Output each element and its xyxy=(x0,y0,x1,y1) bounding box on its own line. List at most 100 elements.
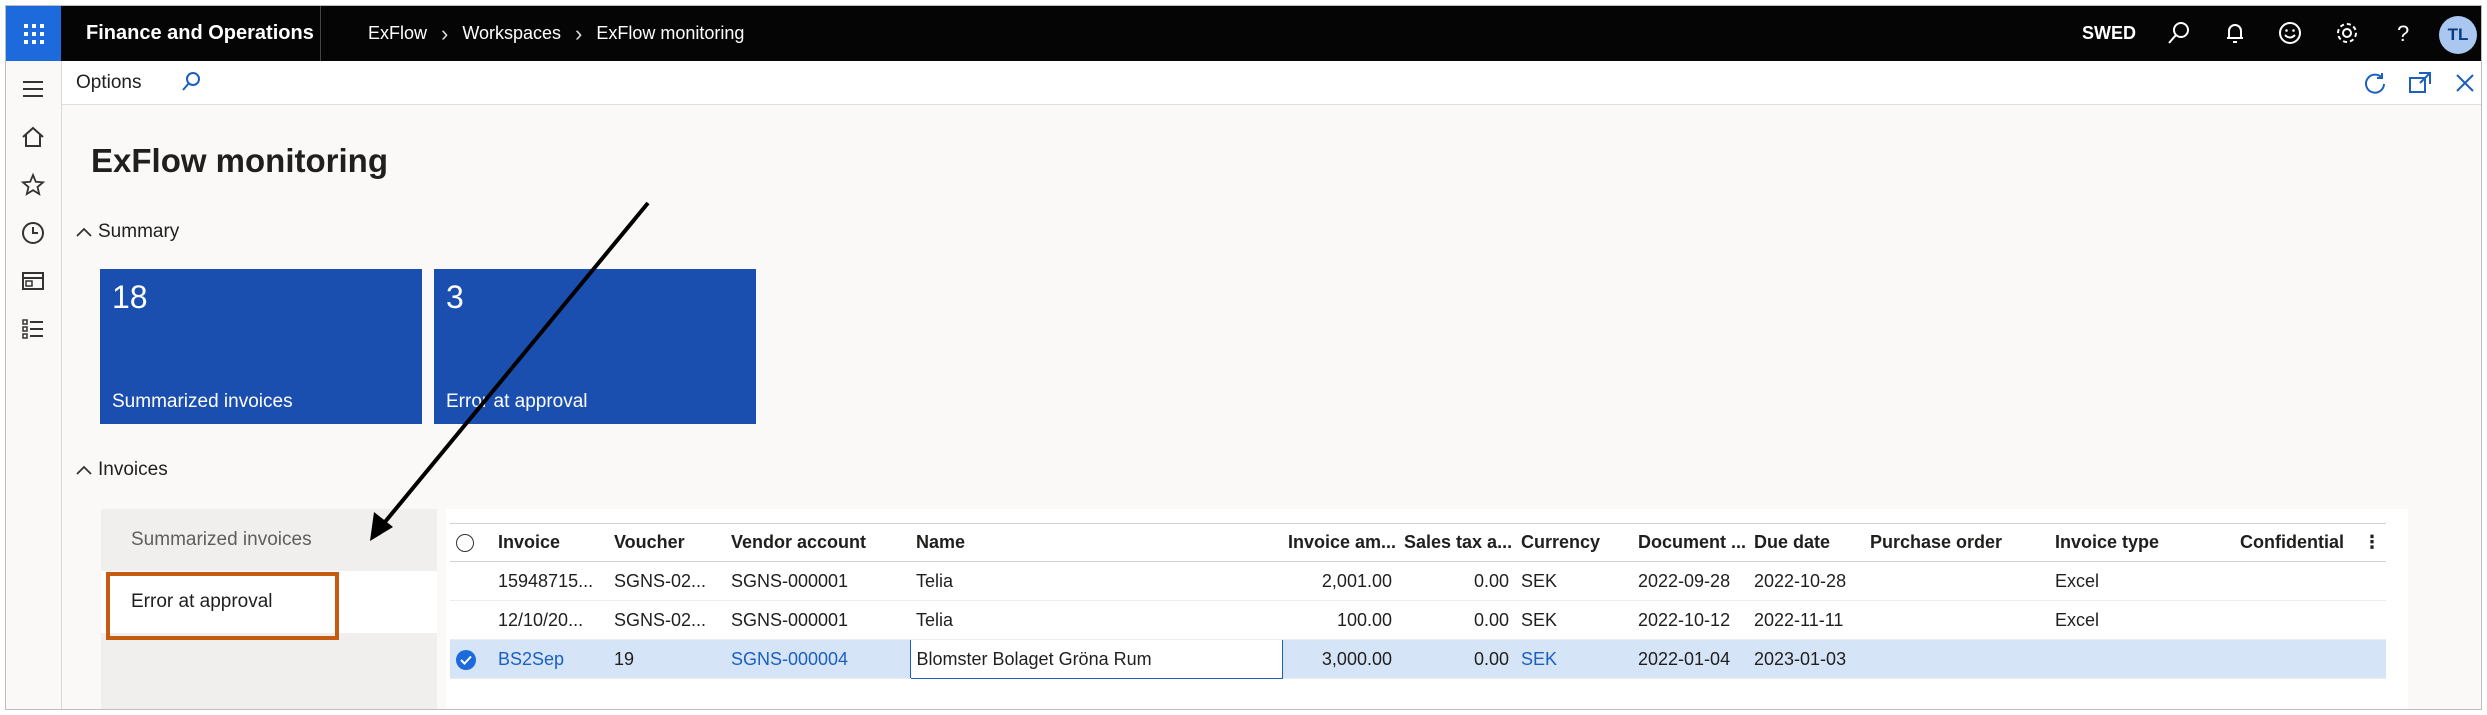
highlight-box xyxy=(106,572,339,640)
more-options-icon[interactable]: ⋮ xyxy=(2352,523,2386,562)
select-all-radio[interactable] xyxy=(450,523,492,562)
cell-currency: SEK xyxy=(1515,561,1632,601)
workspaces-icon[interactable] xyxy=(20,268,46,294)
invoices-section-header[interactable]: Invoices xyxy=(76,459,168,481)
cell-confidential xyxy=(2234,639,2352,679)
summary-label: Summary xyxy=(98,221,180,242)
tile-error-at-approval[interactable]: 3 Error at approval xyxy=(434,269,756,424)
chevron-up-icon xyxy=(76,227,92,237)
search-icon[interactable] xyxy=(2166,20,2192,46)
chevron-up-icon xyxy=(76,465,92,475)
column-header[interactable]: Vendor account xyxy=(725,523,910,562)
column-header[interactable]: Document ... xyxy=(1632,523,1748,562)
cell-po xyxy=(1864,639,2049,679)
table-row[interactable]: 12/10/20... SGNS-02... SGNS-000001 Telia… xyxy=(450,600,2386,640)
cell-document: 2022-01-04 xyxy=(1632,639,1748,679)
chevron-right-icon: › xyxy=(441,20,449,46)
tile-label: Summarized invoices xyxy=(112,391,293,412)
invoices-label: Invoices xyxy=(98,459,168,480)
column-header[interactable]: Confidential xyxy=(2234,523,2352,562)
row-select[interactable] xyxy=(450,561,492,601)
cell-tax: 0.00 xyxy=(1398,600,1515,640)
app-window: Finance and Operations ExFlow › Workspac… xyxy=(5,5,2482,710)
table-row[interactable]: 15948715... SGNS-02... SGNS-000001 Telia… xyxy=(450,561,2386,601)
column-header[interactable]: Invoice type xyxy=(2049,523,2234,562)
avatar[interactable]: TL xyxy=(2439,16,2477,54)
cell-type xyxy=(2049,639,2234,679)
summary-section-header[interactable]: Summary xyxy=(76,221,179,243)
row-select[interactable] xyxy=(450,639,492,679)
cell-tax: 0.00 xyxy=(1398,561,1515,601)
hamburger-icon[interactable] xyxy=(20,76,46,102)
column-header[interactable]: Currency xyxy=(1515,523,1632,562)
breadcrumb-current[interactable]: ExFlow monitoring xyxy=(596,23,744,44)
column-header[interactable]: Invoice am... xyxy=(1282,523,1398,562)
cell-name-input[interactable]: Blomster Bolaget Gröna Rum xyxy=(909,639,1283,679)
cell-currency-link[interactable]: SEK xyxy=(1515,639,1632,679)
help-icon[interactable]: ? xyxy=(2390,20,2416,46)
cell-po xyxy=(1864,561,2049,601)
app-launcher-button[interactable] xyxy=(6,6,61,61)
open-in-new-window-icon[interactable] xyxy=(2407,70,2433,96)
cell-vendor: SGNS-000001 xyxy=(725,600,910,640)
tile-count: 3 xyxy=(446,279,464,315)
cell-invoice: 15948715... xyxy=(492,561,608,601)
smiley-icon[interactable] xyxy=(2277,20,2303,46)
row-select[interactable] xyxy=(450,600,492,640)
cell-amount: 100.00 xyxy=(1282,600,1398,640)
column-header[interactable]: Purchase order xyxy=(1864,523,2049,562)
app-name[interactable]: Finance and Operations xyxy=(86,6,314,61)
modules-list-icon[interactable] xyxy=(20,316,46,342)
cell-document: 2022-09-28 xyxy=(1632,561,1748,601)
clock-icon[interactable] xyxy=(20,220,46,246)
star-icon[interactable] xyxy=(20,172,46,198)
tile-summarized-invoices[interactable]: 18 Summarized invoices xyxy=(100,269,422,424)
tile-label: Error at approval xyxy=(446,391,588,412)
cell-invoice: 12/10/20... xyxy=(492,600,608,640)
cell-confidential xyxy=(2234,600,2352,640)
grid-header-row: Invoice Voucher Vendor account Name Invo… xyxy=(450,523,2386,562)
cell-currency: SEK xyxy=(1515,600,1632,640)
waffle-icon xyxy=(23,23,44,44)
breadcrumb-exflow[interactable]: ExFlow xyxy=(368,23,427,44)
refresh-icon[interactable] xyxy=(2362,70,2388,96)
column-header[interactable]: Name xyxy=(910,523,1282,562)
cell-vendor-link[interactable]: SGNS-000004 xyxy=(725,639,910,679)
cell-voucher: 19 xyxy=(608,639,725,679)
page-title: ExFlow monitoring xyxy=(91,142,388,179)
column-header[interactable]: Invoice xyxy=(492,523,608,562)
table-row-selected[interactable]: BS2Sep 19 SGNS-000004 Blomster Bolaget G… xyxy=(450,639,2386,679)
checkmark-icon xyxy=(456,649,476,670)
breadcrumb-workspaces[interactable]: Workspaces xyxy=(462,23,561,44)
cell-due: 2022-11-11 xyxy=(1748,600,1864,640)
list-item-summarized-invoices[interactable]: Summarized invoices xyxy=(101,509,437,571)
breadcrumb: ExFlow › Workspaces › ExFlow monitoring xyxy=(368,6,744,61)
action-pane: Options xyxy=(62,61,2481,105)
column-header[interactable]: Voucher xyxy=(608,523,725,562)
close-icon[interactable] xyxy=(2452,70,2478,96)
company-picker[interactable]: SWED xyxy=(2082,6,2136,61)
options-tab[interactable]: Options xyxy=(76,61,141,105)
home-icon[interactable] xyxy=(20,124,46,150)
cell-type: Excel xyxy=(2049,561,2234,601)
tile-count: 18 xyxy=(112,279,148,315)
left-nav xyxy=(6,61,62,709)
top-nav-bar: Finance and Operations ExFlow › Workspac… xyxy=(6,6,2481,61)
divider xyxy=(320,6,321,61)
cell-confidential xyxy=(2234,561,2352,601)
search-icon[interactable] xyxy=(180,71,202,93)
cell-amount: 2,001.00 xyxy=(1282,561,1398,601)
cell-po xyxy=(1864,600,2049,640)
cell-vendor: SGNS-000001 xyxy=(725,561,910,601)
cell-document: 2022-10-12 xyxy=(1632,600,1748,640)
bell-icon[interactable] xyxy=(2222,20,2248,46)
cell-name: Telia xyxy=(910,561,1282,601)
cell-invoice-link[interactable]: BS2Sep xyxy=(492,639,608,679)
column-header[interactable]: Sales tax a... xyxy=(1398,523,1515,562)
column-header[interactable]: Due date xyxy=(1748,523,1864,562)
cell-amount: 3,000.00 xyxy=(1282,639,1398,679)
gear-icon[interactable] xyxy=(2334,20,2360,46)
cell-type: Excel xyxy=(2049,600,2234,640)
cell-name: Telia xyxy=(910,600,1282,640)
invoice-grid: Invoice Voucher Vendor account Name Invo… xyxy=(450,523,2386,679)
